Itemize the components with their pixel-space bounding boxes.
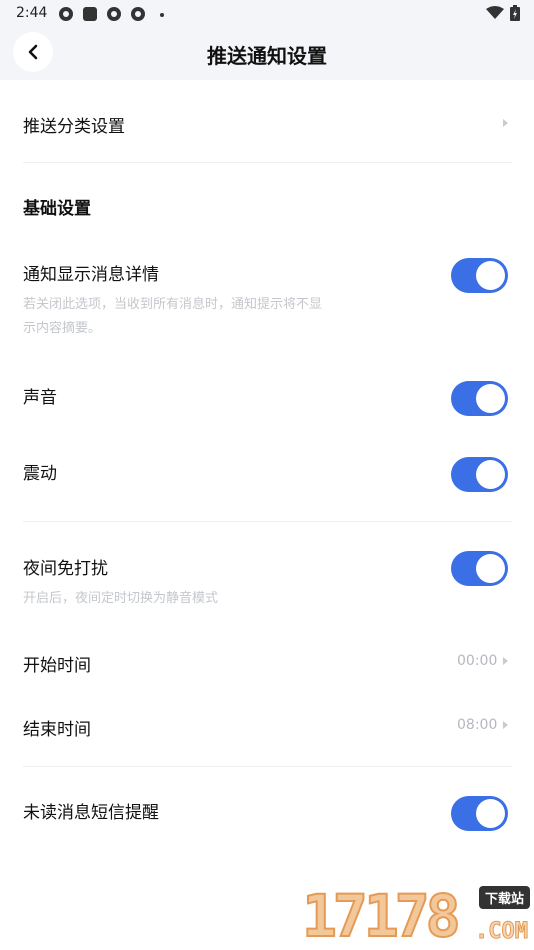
end-time-label: 结束时间 [23, 720, 91, 740]
night-dnd-label: 夜间免打扰 [23, 559, 108, 579]
status-time: 2:44 [16, 5, 48, 21]
settings-gear-icon [107, 7, 121, 21]
chevron-right-icon [503, 721, 508, 729]
chevron-right-icon [503, 657, 508, 665]
site-watermark-logo: 17178 下载站 .COM [301, 882, 532, 950]
watermark-suffix: .COM [475, 919, 529, 945]
divider [23, 766, 512, 767]
night-dnd-toggle[interactable] [451, 551, 508, 586]
show-details-toggle[interactable] [451, 258, 508, 293]
divider [23, 521, 512, 522]
watermark-badge: 下载站 [478, 886, 530, 909]
end-time-row[interactable]: 结束时间 08:00 [0, 702, 534, 752]
toggle-knob [476, 799, 505, 828]
vibrate-toggle[interactable] [451, 457, 508, 492]
section-title-basic: 基础设置 [23, 199, 91, 219]
settings-gear-icon [131, 7, 145, 21]
sound-label: 声音 [23, 388, 57, 408]
toggle-knob [476, 554, 505, 583]
settings-gear-icon [59, 7, 73, 21]
status-bar: 2:44 [0, 0, 534, 26]
vibrate-label: 震动 [23, 464, 57, 484]
sound-toggle[interactable] [451, 381, 508, 416]
push-category-label: 推送分类设置 [23, 117, 125, 137]
show-details-label: 通知显示消息详情 [23, 265, 159, 285]
dot-icon [160, 13, 164, 17]
start-time-row[interactable]: 开始时间 00:00 [0, 638, 534, 688]
end-time-value: 08:00 [457, 717, 498, 733]
divider [23, 162, 512, 163]
page-title: 推送通知设置 [207, 44, 327, 68]
watermark-number: 17178 [301, 882, 462, 950]
push-category-row[interactable]: 推送分类设置 [0, 98, 534, 148]
chevron-right-icon [503, 119, 508, 127]
toggle-knob [476, 460, 505, 489]
header-bar: 推送通知设置 [0, 26, 534, 80]
battery-charging-icon [510, 5, 520, 21]
status-notification-icons [58, 6, 170, 22]
wifi-icon [486, 6, 504, 19]
status-system-icons [486, 5, 520, 21]
toggle-knob [476, 261, 505, 290]
night-dnd-description: 开启后，夜间定时切换为静音模式 [23, 591, 219, 606]
toggle-knob [476, 384, 505, 413]
start-time-label: 开始时间 [23, 656, 91, 676]
start-time-value: 00:00 [457, 653, 498, 669]
sms-reminder-label: 未读消息短信提醒 [23, 803, 159, 823]
show-details-description: 若关闭此选项，当收到所有消息时，通知提示将不显示内容摘要。 [23, 297, 323, 336]
square-app-icon [83, 7, 97, 21]
sms-reminder-toggle[interactable] [451, 796, 508, 831]
